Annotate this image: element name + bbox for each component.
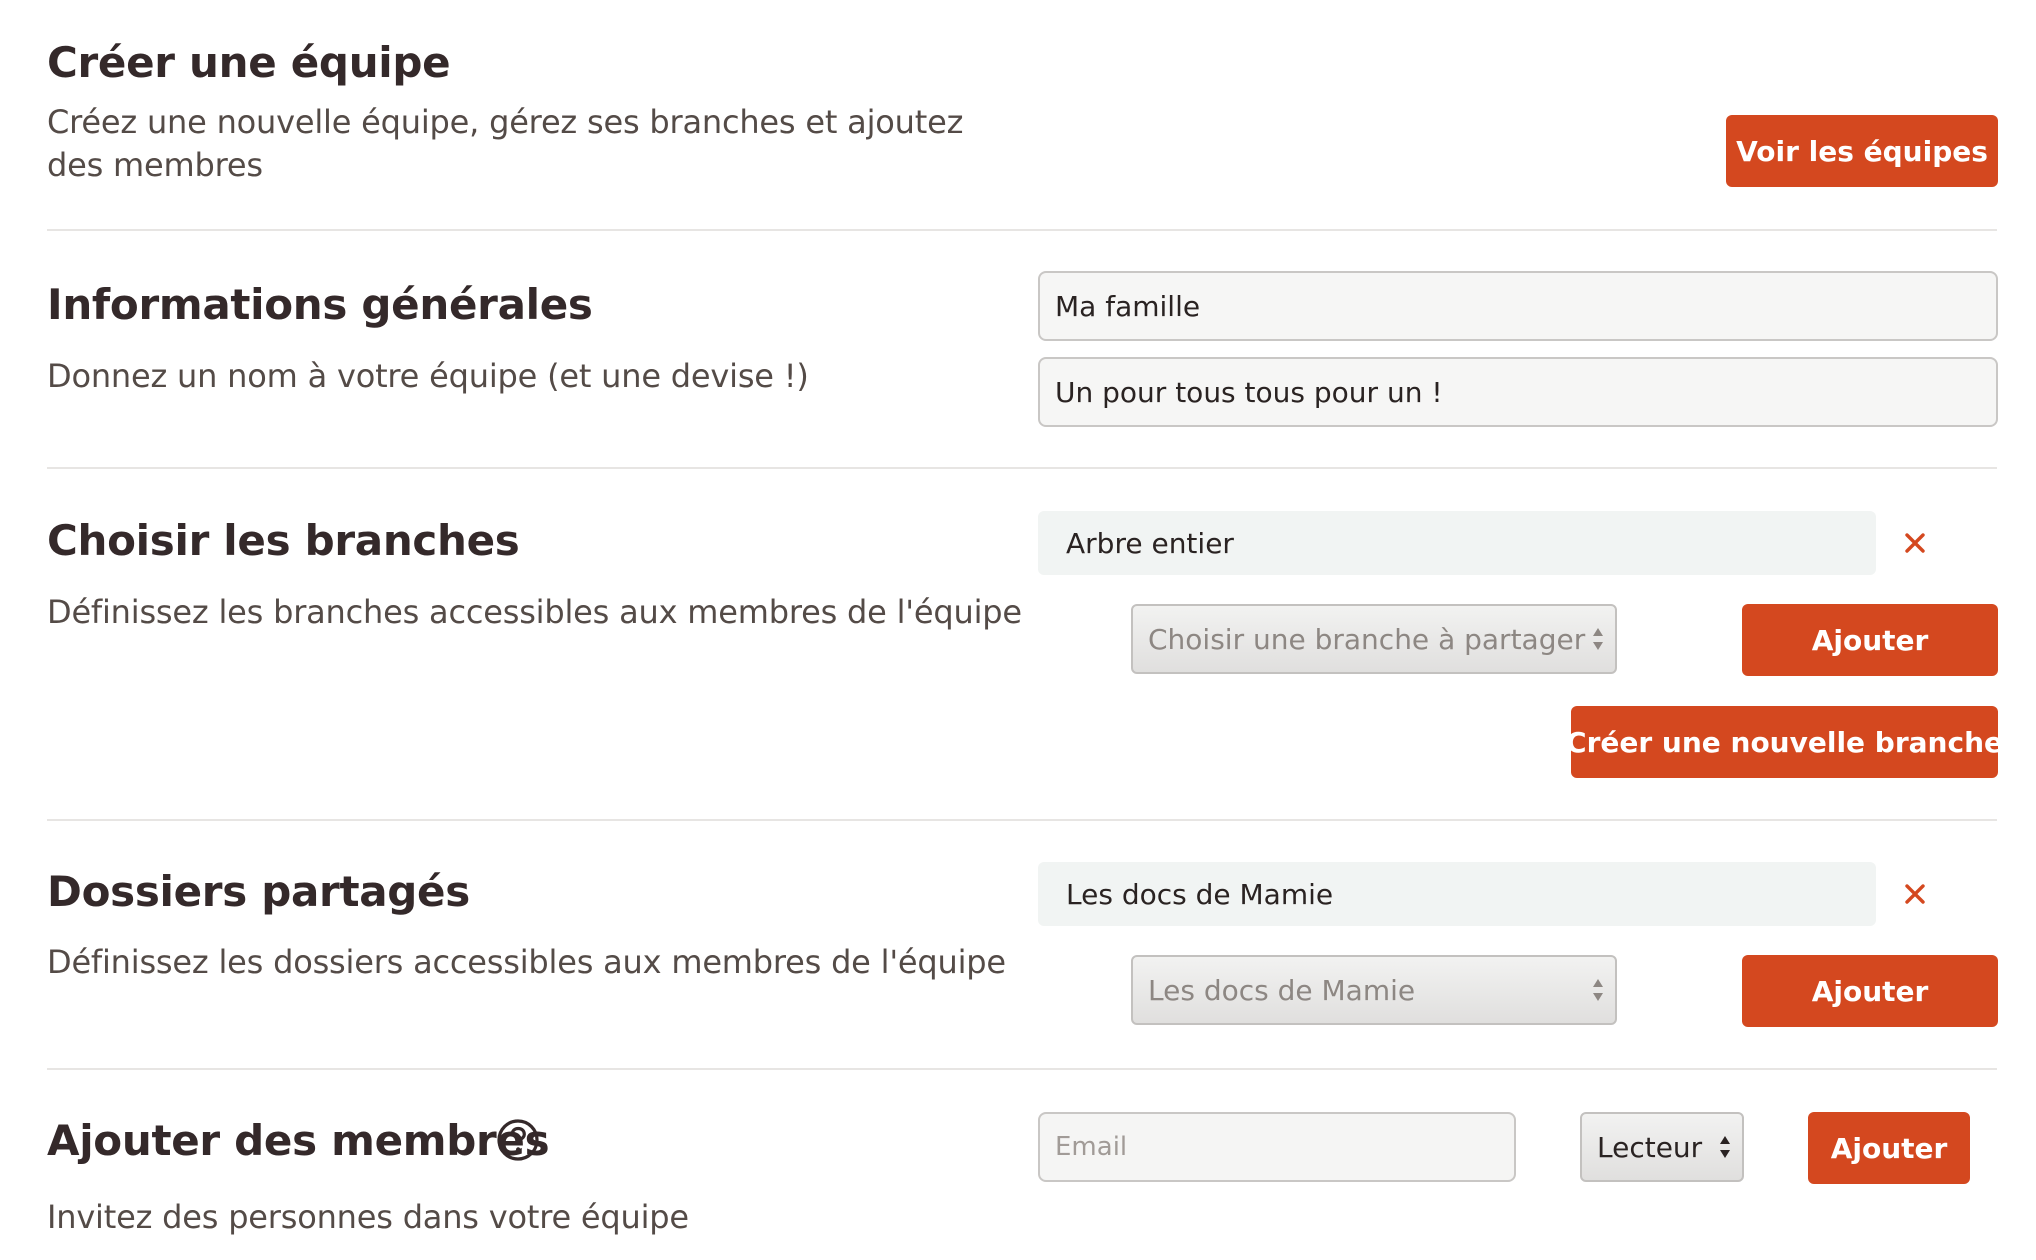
branch-select[interactable]: Choisir une branche à partager	[1131, 604, 1617, 674]
add-members-description: Invitez des personnes dans votre équipe	[47, 1198, 689, 1236]
close-icon[interactable]	[1902, 530, 1928, 556]
branch-item: Arbre entier	[1038, 511, 1876, 575]
section-divider	[47, 467, 1997, 469]
email-input[interactable]: Email	[1038, 1112, 1516, 1182]
add-member-button[interactable]: Ajouter	[1808, 1112, 1970, 1184]
branches-description: Définissez les branches accessibles aux …	[47, 593, 1022, 631]
branch-select-value: Choisir une branche à partager	[1148, 622, 1586, 656]
close-icon[interactable]	[1902, 881, 1928, 907]
team-motto-input[interactable]: Un pour tous tous pour un !	[1038, 357, 1998, 427]
shared-folders-title: Dossiers partagés	[47, 867, 470, 916]
section-divider	[47, 1068, 1997, 1070]
section-divider	[47, 229, 1997, 231]
add-members-title: Ajouter des membres	[47, 1116, 550, 1165]
folder-item: Les docs de Mamie	[1038, 862, 1876, 926]
page-description: Créez une nouvelle équipe, gérez ses bra…	[47, 103, 964, 184]
section-divider	[47, 819, 1997, 821]
general-info-description: Donnez un nom à votre équipe (et une dev…	[47, 357, 809, 395]
create-team-page: Créer une équipe Créez une nouvelle équi…	[0, 0, 2036, 1260]
branches-title: Choisir les branches	[47, 516, 520, 565]
updown-arrows-icon	[1593, 979, 1603, 1001]
role-select-value: Lecteur	[1597, 1130, 1703, 1164]
page-title: Créer une équipe	[47, 38, 451, 87]
updown-arrows-icon	[1593, 628, 1603, 650]
create-branch-button[interactable]: Créer une nouvelle branche	[1566, 706, 2003, 778]
folder-select-value: Les docs de Mamie	[1148, 973, 1416, 1007]
add-branch-button[interactable]: Ajouter	[1742, 604, 1998, 676]
view-teams-button[interactable]: Voir les équipes	[1726, 115, 1998, 187]
add-folder-button[interactable]: Ajouter	[1742, 955, 1998, 1027]
updown-arrows-icon	[1720, 1136, 1730, 1158]
question-circle-icon[interactable]	[496, 1118, 540, 1162]
general-info-title: Informations générales	[47, 280, 593, 329]
team-name-input[interactable]: Ma famille	[1038, 271, 1998, 341]
shared-folders-description: Définissez les dossiers accessibles aux …	[47, 943, 1006, 981]
folder-select[interactable]: Les docs de Mamie	[1131, 955, 1617, 1025]
role-select[interactable]: Lecteur	[1580, 1112, 1744, 1182]
